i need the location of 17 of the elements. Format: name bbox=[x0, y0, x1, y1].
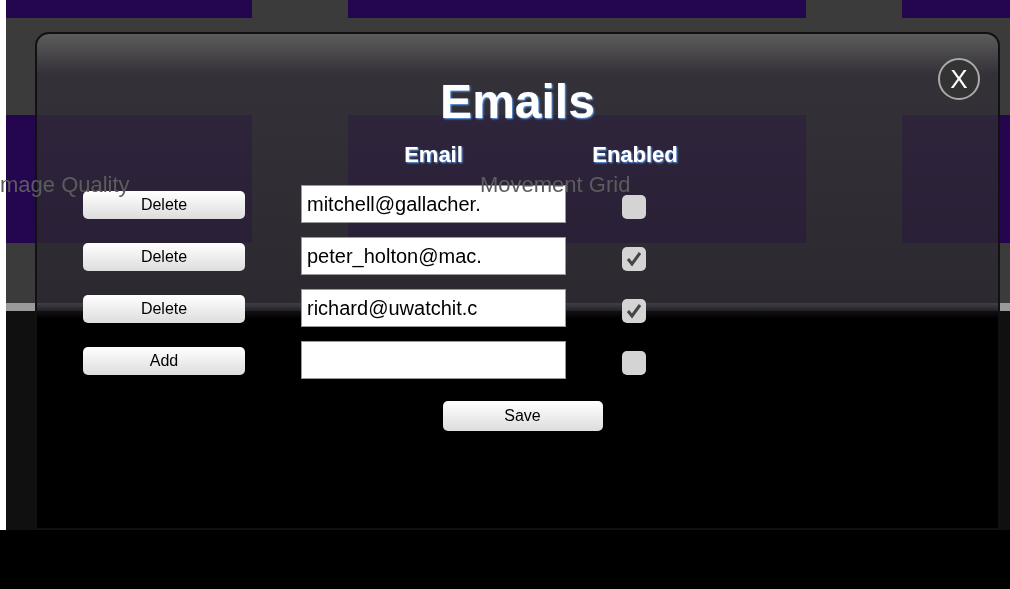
save-button[interactable]: Save bbox=[442, 401, 603, 431]
checkbox[interactable] bbox=[622, 247, 646, 271]
dialog-title: Emails bbox=[440, 78, 595, 126]
checkbox[interactable] bbox=[622, 299, 646, 323]
close-button[interactable]: X bbox=[938, 58, 980, 100]
delete-button[interactable]: Delete bbox=[83, 243, 245, 271]
delete-button[interactable]: Delete bbox=[83, 295, 245, 323]
add-button[interactable]: Add bbox=[83, 347, 245, 375]
checkbox[interactable] bbox=[622, 195, 646, 219]
checkbox[interactable] bbox=[622, 351, 646, 375]
check-icon bbox=[626, 303, 642, 319]
email-field[interactable]: richard@uwatchit.c bbox=[301, 289, 566, 327]
column-header: Email bbox=[403, 141, 464, 169]
email-field[interactable]: peter_holton@mac. bbox=[301, 237, 566, 275]
column-header: Enabled bbox=[591, 141, 679, 169]
check-icon bbox=[626, 251, 642, 267]
email-field[interactable] bbox=[301, 341, 566, 379]
